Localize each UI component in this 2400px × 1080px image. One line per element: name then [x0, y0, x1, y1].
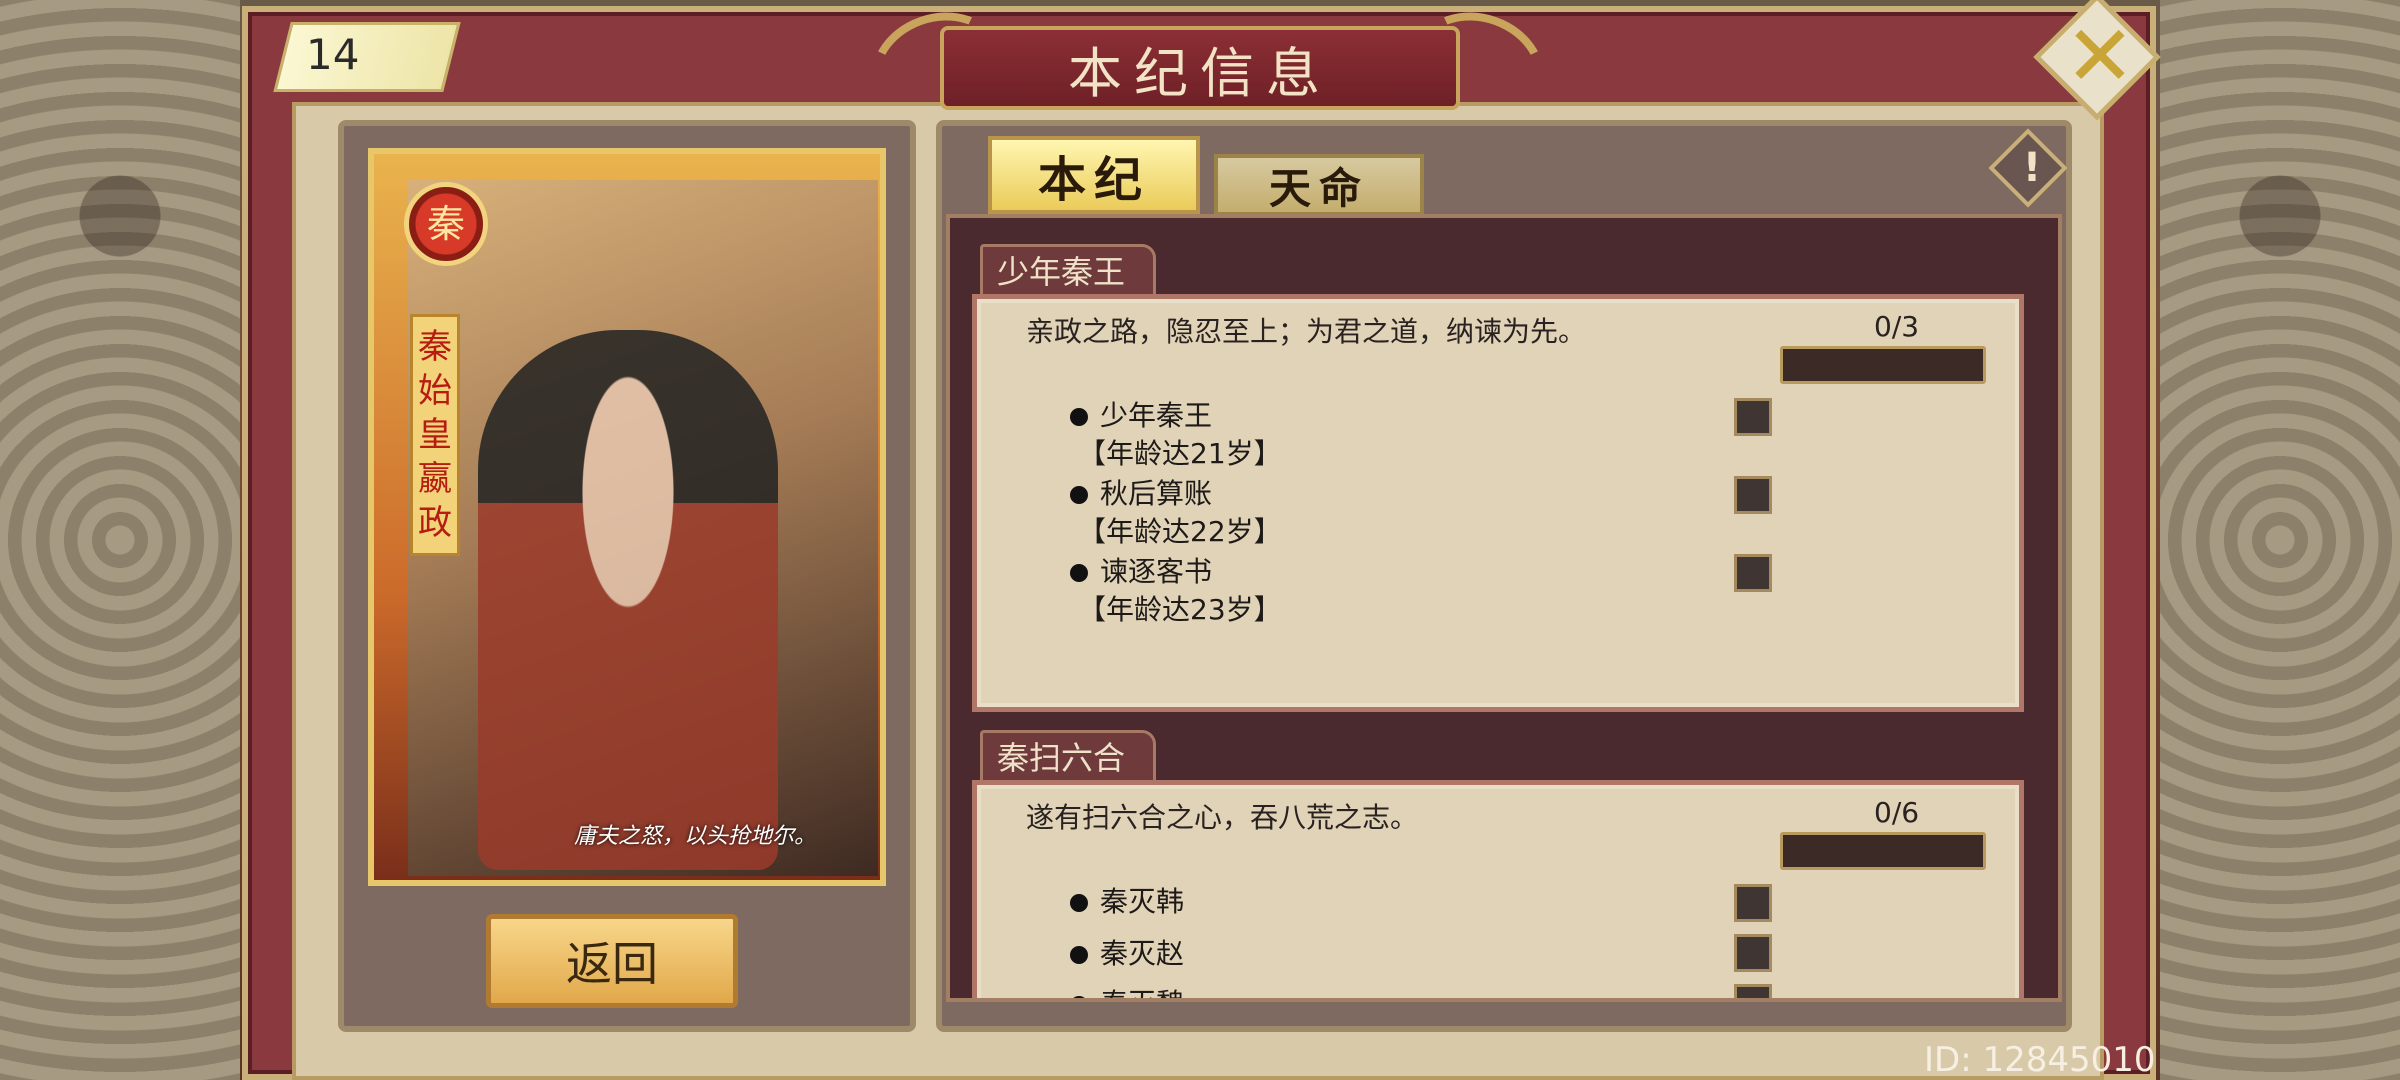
level-badge [273, 22, 461, 92]
bullet-icon [1070, 894, 1088, 912]
item-requirement: 【年龄达23岁】 [1078, 593, 1282, 626]
section-desc: 遂有扫六合之心，吞八荒之志。 [1026, 801, 1419, 834]
left-dragon-wall [0, 0, 240, 1080]
emperor-figure-image [478, 330, 778, 870]
hero-card: 秦 秦始皇 嬴政 庸夫之怒，以头抢地尔。 [368, 148, 886, 886]
list-item: 秦灭魏 [1070, 982, 1184, 998]
bullet-icon [1070, 564, 1088, 582]
progress-count: 0/6 [1874, 796, 1920, 829]
right-dragon-wall [2160, 0, 2400, 1080]
title-banner: 本纪信息 [940, 26, 1460, 110]
hero-name: 嬴政 [418, 459, 452, 543]
exclamation-icon[interactable]: ! [2004, 140, 2060, 196]
bullet-icon [1070, 408, 1088, 426]
section-title: 少年秦王 [980, 244, 1157, 296]
bullet-icon [1070, 996, 1088, 998]
tab-destiny[interactable]: 天命 [1214, 154, 1424, 216]
item-checkbox [1734, 934, 1772, 972]
progress-count: 0/3 [1874, 310, 1920, 343]
chapter-list[interactable]: 少年秦王 亲政之路，隐忍至上；为君之道，纳谏为先。 0/3 少年秦王 【年龄达2… [946, 214, 2062, 1002]
section-title: 秦扫六合 [980, 730, 1157, 782]
hero-portrait [408, 180, 878, 876]
section-desc: 亲政之路，隐忍至上；为君之道，纳谏为先。 [1026, 315, 1587, 348]
tab-annals[interactable]: 本纪 [988, 136, 1200, 214]
level-number: 14 [306, 30, 360, 79]
item-checkbox [1734, 398, 1772, 436]
item-requirement: 【年龄达21岁】 [1078, 437, 1282, 470]
back-button[interactable]: 返回 [486, 914, 738, 1008]
list-item: 秋后算账 [1070, 472, 1212, 512]
close-icon[interactable]: ✕ [2060, 14, 2140, 98]
item-checkbox [1734, 476, 1772, 514]
bullet-icon [1070, 946, 1088, 964]
bullet-icon [1070, 486, 1088, 504]
list-item: 秦灭赵 [1070, 932, 1184, 972]
faction-seal-icon: 秦 [404, 182, 488, 266]
hero-quote: 庸夫之怒，以头抢地尔。 [574, 824, 817, 849]
progress-bar [1780, 832, 1986, 870]
item-checkbox [1734, 554, 1772, 592]
list-item: 秦灭韩 [1070, 880, 1184, 920]
item-checkbox [1734, 884, 1772, 922]
player-id: ID: 12845010 [1924, 1040, 2156, 1080]
item-requirement: 【年龄达22岁】 [1078, 515, 1282, 548]
progress-bar [1780, 346, 1986, 384]
hero-title-vertical: 秦始皇 嬴政 [410, 314, 460, 556]
list-item: 少年秦王 [1070, 394, 1212, 434]
item-checkbox [1734, 984, 1772, 998]
list-item: 谏逐客书 [1070, 550, 1212, 590]
page-title: 本纪信息 [1068, 41, 1332, 105]
